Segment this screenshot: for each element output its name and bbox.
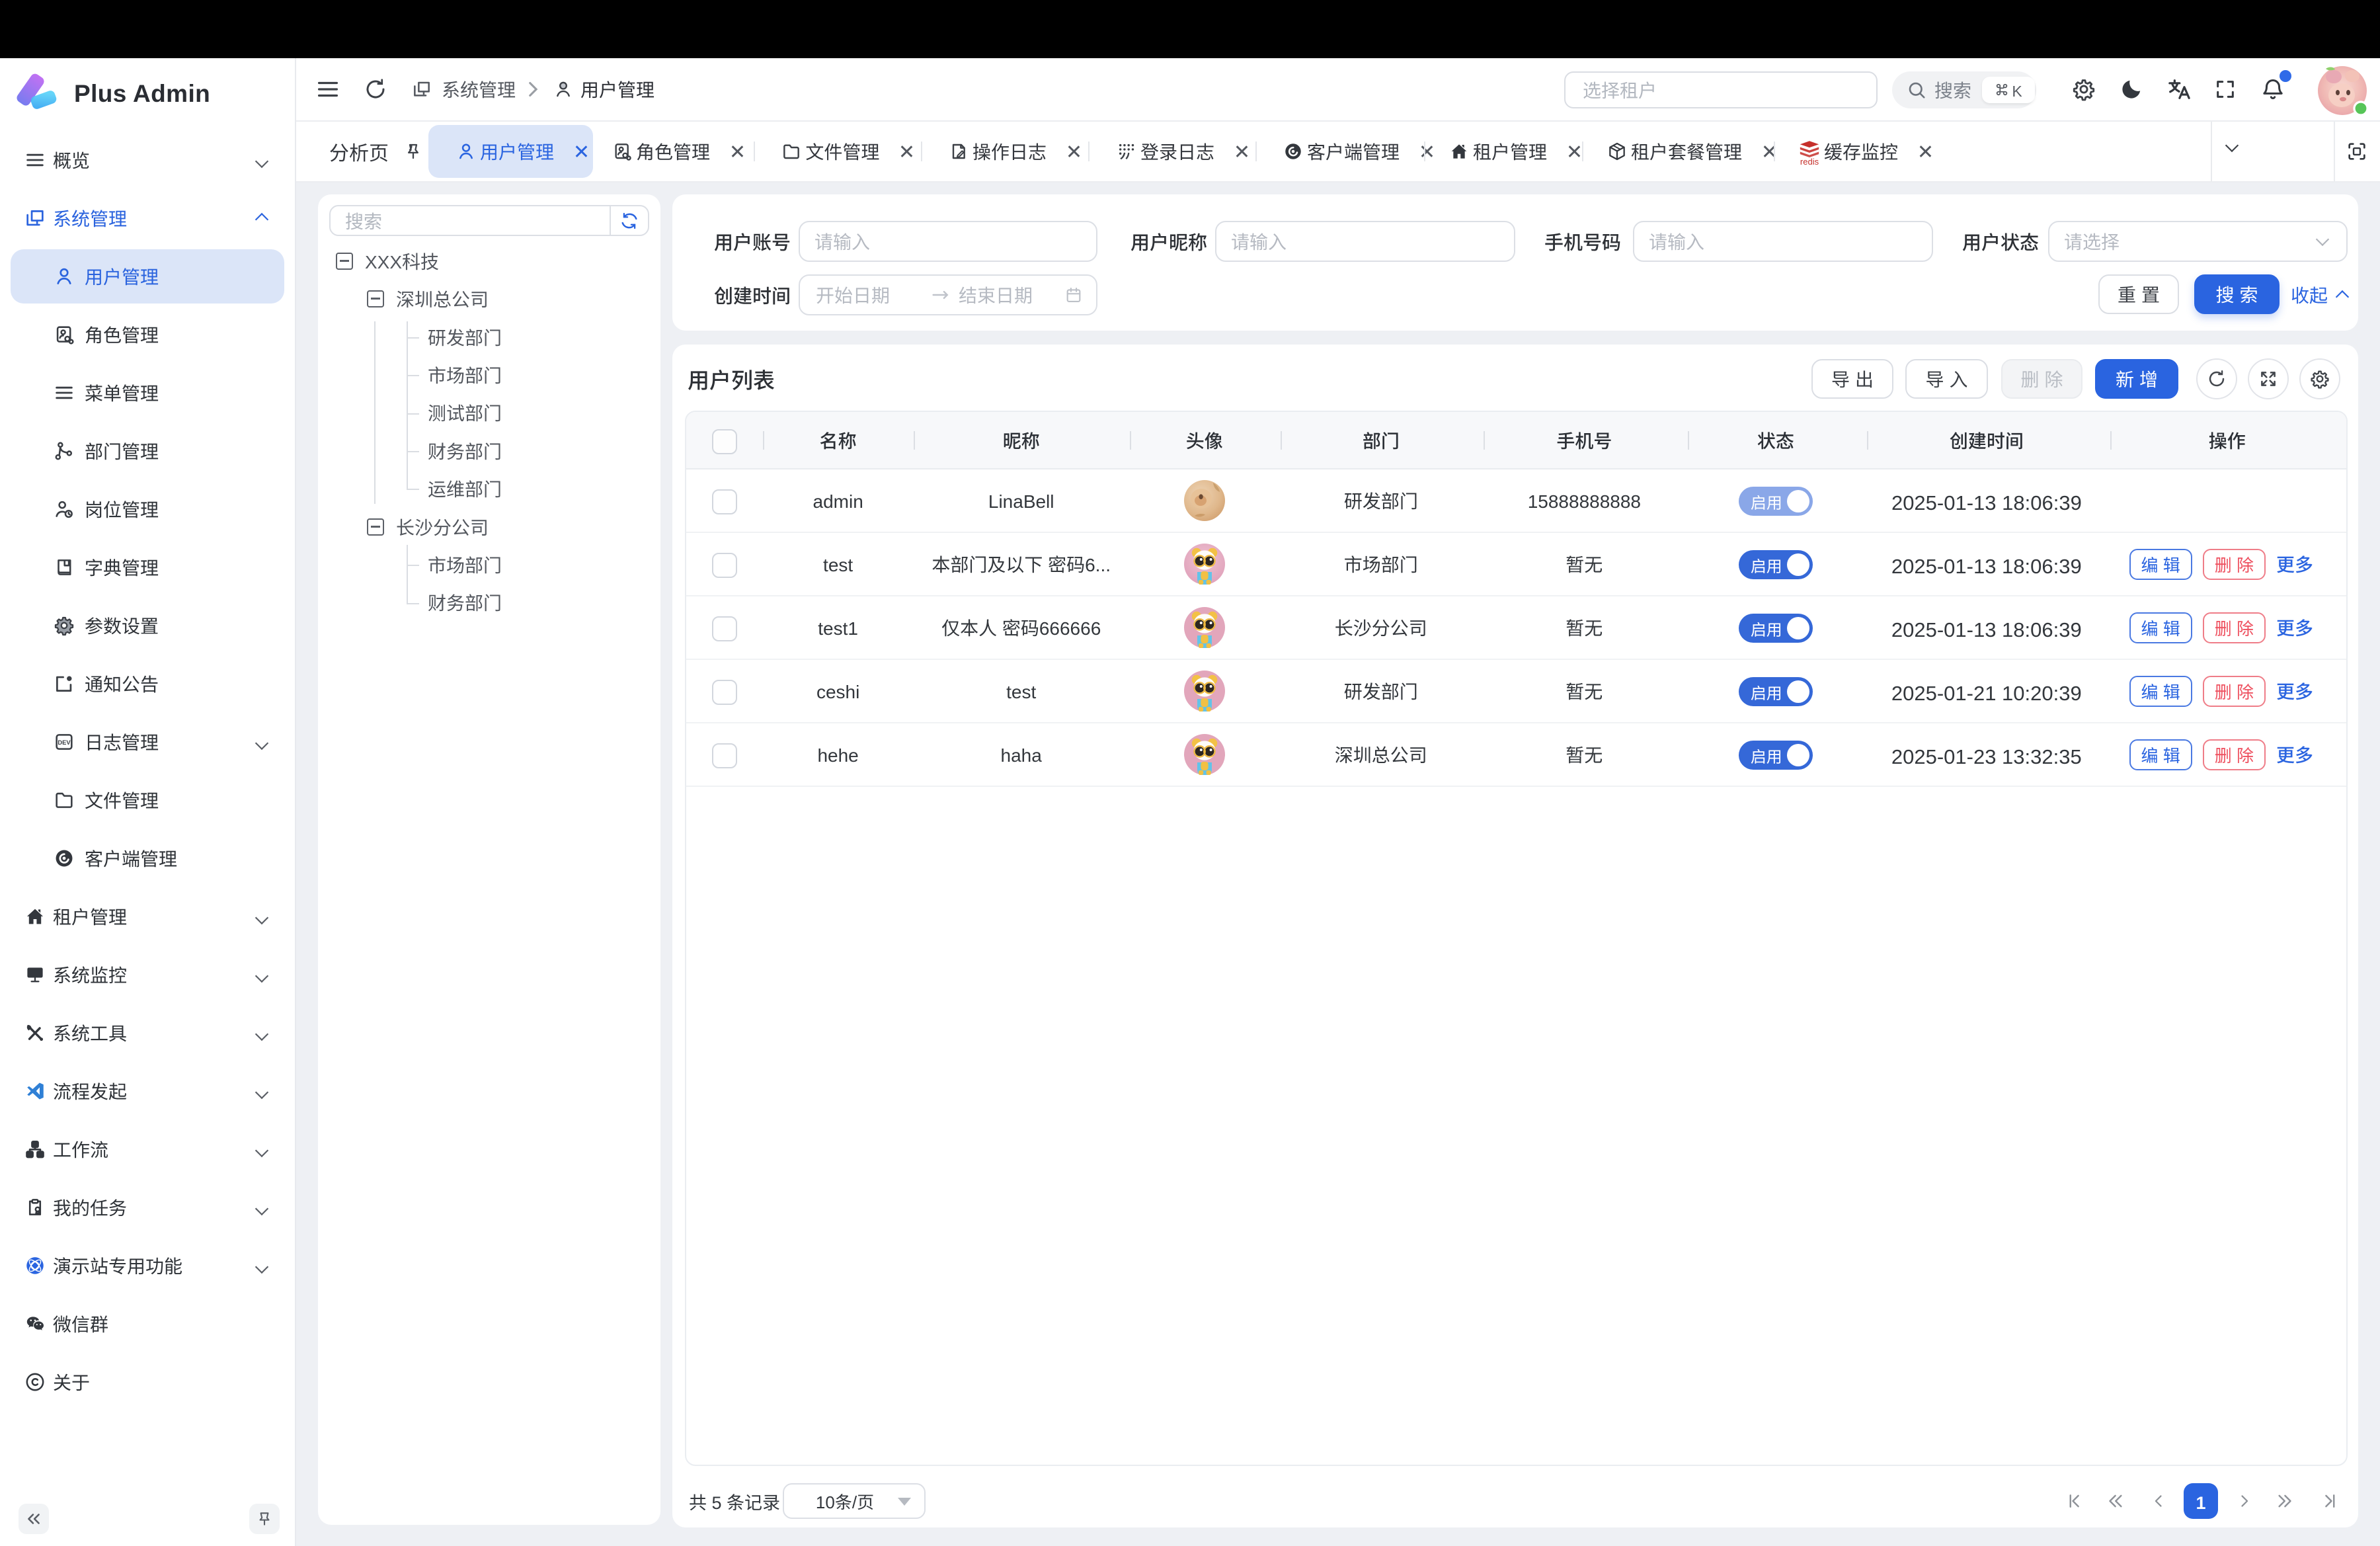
svg-text:DEV: DEV	[58, 739, 71, 746]
